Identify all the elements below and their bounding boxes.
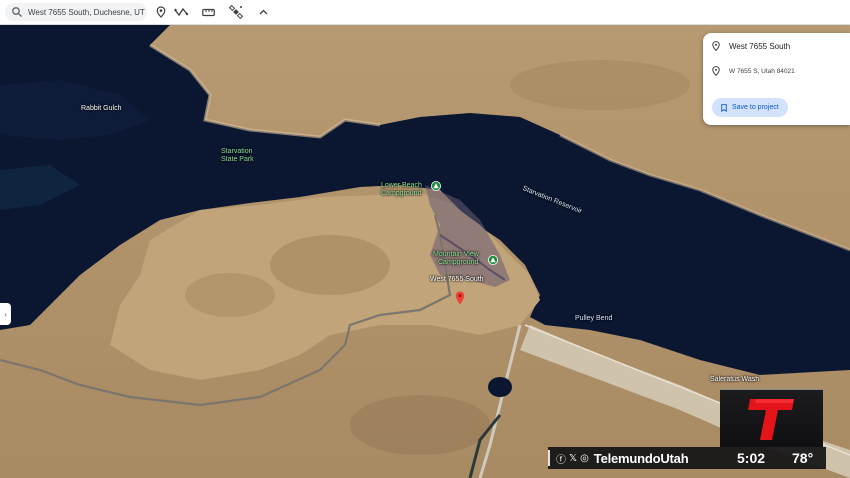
place-title: West 7655 South — [729, 41, 791, 51]
top-toolbar: West 7655 South, Duchesne, UT — [0, 0, 850, 25]
location-pin-button[interactable] — [153, 4, 169, 20]
place-title-row: West 7655 South — [712, 41, 790, 51]
broadcast-time: 5:02 — [737, 450, 766, 466]
campground-icon[interactable] — [488, 255, 498, 265]
label-mountain-view-line1: Mountain View — [433, 251, 479, 258]
instagram-icon: ◎ — [580, 452, 589, 464]
social-handle: TelemundoUtah — [593, 450, 689, 466]
label-saleratus-wash: Saleratus Wash — [710, 376, 760, 383]
bookmark-icon — [721, 103, 727, 112]
label-pulley-bend: Pulley Bend — [575, 315, 613, 322]
social-icons: ⓕ 𝕏 ◎ — [556, 451, 592, 466]
telemundo-logo — [720, 389, 823, 447]
side-panel-toggle[interactable]: › — [0, 303, 11, 325]
label-west-7655-south: West 7655 South — [430, 276, 484, 283]
campground-icon[interactable] — [431, 181, 441, 191]
search-input[interactable]: West 7655 South, Duchesne, UT — [28, 8, 145, 17]
place-address: W 7655 S, Utah 84021 — [729, 67, 795, 75]
label-starvation-state-park-line1: Starvation — [221, 148, 253, 155]
broadcast-temperature: 78° — [792, 450, 814, 466]
path-icon — [173, 7, 188, 17]
x-icon: 𝕏 — [569, 452, 578, 464]
chevron-right-icon: › — [4, 309, 7, 319]
place-info-panel: West 7655 South W 7655 S, Utah 84021 Sav… — [703, 33, 850, 125]
measure-button[interactable] — [200, 4, 216, 20]
label-rabbit-gulch: Rabbit Gulch — [81, 105, 122, 112]
save-to-project-label: Save to project — [732, 104, 779, 111]
telemundo-t-logo-icon — [748, 399, 794, 440]
collapse-toolbar-button[interactable] — [255, 4, 271, 20]
facebook-icon: ⓕ — [556, 454, 566, 466]
save-to-project-button[interactable]: Save to project — [712, 98, 788, 117]
broadcast-lower-bar: ⓕ 𝕏 ◎ TelemundoUtah 5:02 78° — [548, 447, 826, 469]
label-lower-beach-line2: Campground — [381, 190, 422, 197]
search-icon — [12, 7, 22, 17]
chevron-up-icon — [259, 9, 267, 15]
location-pin-icon — [712, 66, 720, 76]
location-marker-icon[interactable] — [455, 291, 465, 305]
search-box[interactable]: West 7655 South, Duchesne, UT — [5, 3, 147, 21]
satellite-icon — [229, 5, 243, 19]
label-lower-beach-line1: Lower Beach — [381, 182, 422, 189]
location-pin-icon — [156, 6, 166, 18]
ruler-icon — [201, 8, 215, 16]
draw-path-button[interactable] — [173, 4, 189, 20]
place-address-row: W 7655 S, Utah 84021 — [712, 66, 795, 76]
label-mountain-view-line2: Campground — [438, 259, 479, 266]
satellite-button[interactable] — [228, 4, 244, 20]
divider — [548, 450, 550, 466]
location-pin-icon — [712, 41, 720, 51]
label-starvation-state-park-line2: State Park — [221, 156, 254, 163]
